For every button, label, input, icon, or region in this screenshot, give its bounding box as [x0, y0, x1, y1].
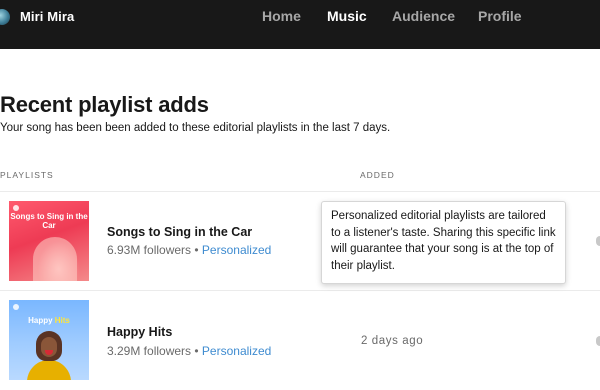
page-title: Recent playlist adds [0, 92, 209, 117]
cover-artwork-body [27, 360, 71, 380]
row-divider [0, 290, 600, 291]
playlist-meta: 6.93M followers • Personalized [107, 243, 271, 257]
cover-title-part: Happy [28, 316, 55, 325]
artist-avatar[interactable] [0, 9, 10, 25]
cover-title: Songs to Sing in the Car [10, 212, 88, 230]
header-divider [0, 191, 600, 192]
cover-badge [13, 304, 19, 310]
cover-artwork [33, 237, 77, 281]
cover-badge [13, 205, 19, 211]
playlist-followers: 3.29M followers [107, 344, 192, 358]
nav-music[interactable]: Music [327, 8, 367, 24]
page-subtitle: Your song has been been added to these e… [0, 122, 391, 134]
artist-name[interactable]: Miri Mira [20, 9, 74, 24]
meta-separator: • [191, 344, 202, 358]
playlist-name[interactable]: Songs to Sing in the Car [107, 225, 252, 239]
personalized-link[interactable]: Personalized [202, 243, 271, 257]
column-header-added: ADDED [360, 170, 395, 180]
scroll-indicator [596, 336, 600, 346]
playlist-cover-songs-to-sing[interactable]: Songs to Sing in the Car [9, 201, 89, 281]
personalized-tooltip: Personalized editorial playlists are tai… [321, 201, 566, 284]
playlist-cover-happy-hits[interactable]: Happy Hits [9, 300, 89, 380]
playlist-name[interactable]: Happy Hits [107, 325, 172, 339]
column-header-playlists: PLAYLISTS [0, 170, 54, 180]
nav-home[interactable]: Home [262, 8, 301, 24]
nav-profile[interactable]: Profile [478, 8, 522, 24]
meta-separator: • [191, 243, 202, 257]
personalized-link[interactable]: Personalized [202, 344, 271, 358]
playlist-followers: 6.93M followers [107, 243, 192, 257]
added-date: 2 days ago [361, 335, 424, 347]
nav-audience[interactable]: Audience [392, 8, 455, 24]
cover-title-highlight: Hits [54, 316, 70, 325]
top-bar: Miri Mira Home Music Audience Profile [0, 0, 600, 49]
playlist-meta: 3.29M followers • Personalized [107, 344, 271, 358]
scroll-indicator [596, 236, 600, 246]
cover-title: Happy Hits [9, 316, 89, 325]
